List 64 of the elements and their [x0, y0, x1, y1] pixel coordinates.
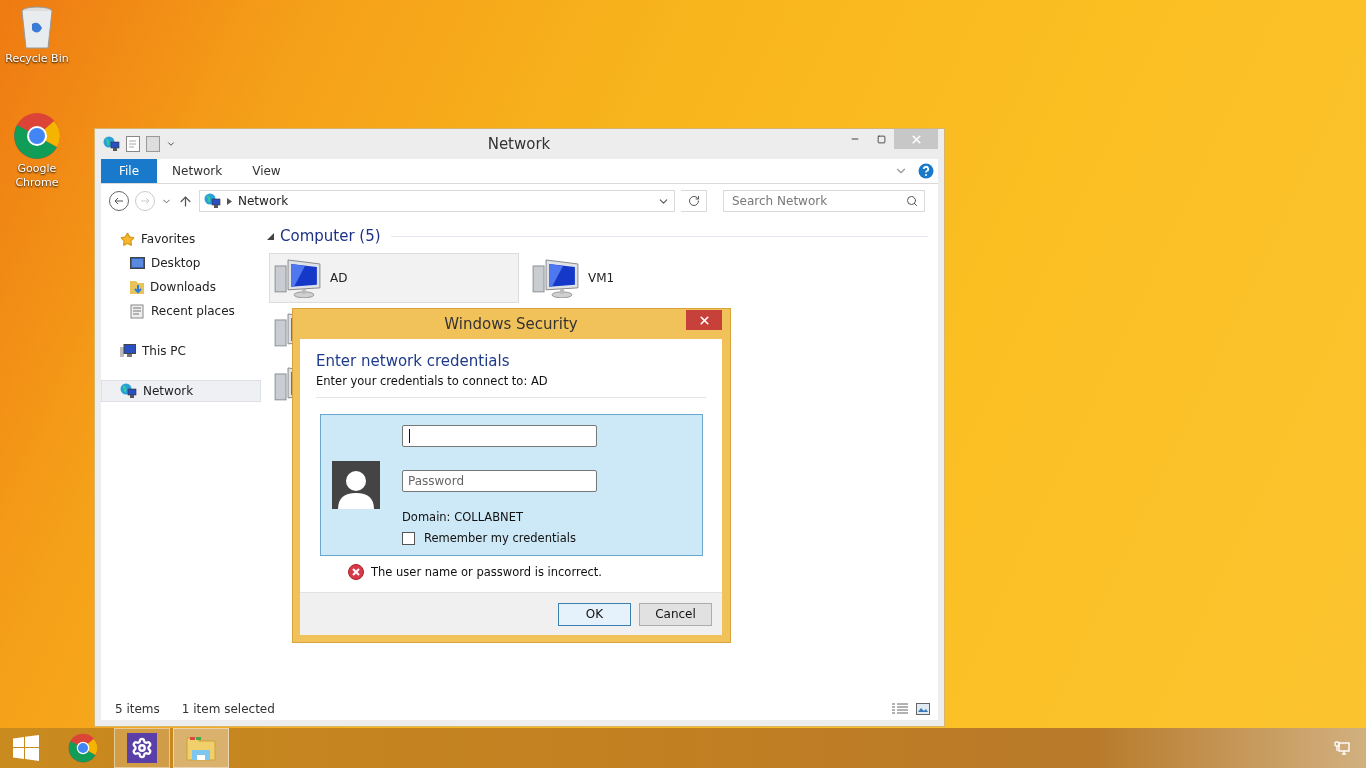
error-icon — [348, 564, 364, 580]
username-field[interactable] — [402, 425, 597, 447]
dialog-button[interactable]: OK — [558, 602, 631, 626]
search-icon — [906, 195, 918, 207]
folder-icon — [186, 734, 216, 762]
checkbox[interactable] — [402, 531, 415, 545]
windows-logo-icon — [13, 735, 39, 761]
nav-item[interactable]: Desktop — [101, 252, 261, 274]
new-folder-icon — [146, 136, 160, 152]
folder-download-icon — [130, 279, 144, 295]
properties-icon — [126, 136, 140, 152]
recent-places-icon — [130, 303, 145, 319]
password-field[interactable]: Password — [402, 470, 597, 492]
taskbar-button[interactable] — [114, 728, 170, 768]
network-icon — [103, 136, 120, 152]
window-title: Network — [486, 135, 552, 153]
details-view-icon[interactable] — [892, 703, 908, 715]
maximize-icon — [876, 134, 886, 144]
nav-item[interactable]: Network — [101, 380, 261, 402]
network-icon — [120, 383, 137, 399]
dialog-title: Windows Security — [443, 315, 579, 333]
domain-text: Domain: COLLABNET — [402, 510, 524, 524]
large-icons-view-icon[interactable] — [916, 703, 930, 715]
dialog-subtitle: Enter your credentials to connect to: AD — [316, 374, 549, 388]
nav-item[interactable]: Downloads — [101, 276, 261, 298]
desktop-icon — [130, 256, 145, 270]
computer-icon — [274, 257, 322, 299]
star-icon — [120, 231, 135, 247]
group-header[interactable]: Computer (5) — [280, 227, 381, 245]
nav-item[interactable]: Favorites — [101, 228, 261, 250]
error-message: The user name or password is incorrect. — [371, 565, 602, 579]
chevron-right-icon — [227, 197, 232, 205]
dialog-heading: Enter network credentials — [316, 352, 511, 370]
close-icon — [697, 313, 711, 327]
help-icon[interactable] — [918, 163, 934, 179]
close-icon — [909, 132, 923, 146]
close-button[interactable] — [686, 310, 722, 330]
address-bar[interactable]: Network — [199, 190, 675, 212]
arrow-right-icon — [140, 196, 150, 206]
status-text: 1 item selected — [181, 702, 275, 716]
user-silhouette-icon — [332, 461, 380, 509]
chrome-logo-icon — [13, 112, 61, 160]
up-button[interactable] — [178, 193, 193, 209]
network-tray-icon[interactable] — [1334, 740, 1350, 756]
computer-item[interactable]: VM1 — [527, 253, 777, 303]
computer-icon — [532, 257, 580, 299]
customize-icon[interactable] — [166, 139, 176, 149]
back-button[interactable] — [109, 191, 129, 211]
refresh-icon — [687, 195, 700, 207]
recycle-bin-icon — [20, 6, 54, 50]
collapse-icon[interactable] — [267, 232, 274, 240]
computer-item[interactable]: AD — [269, 253, 519, 303]
nav-item[interactable]: This PC — [101, 340, 261, 362]
refresh-button[interactable] — [681, 190, 707, 212]
checkbox-label: Remember my credentials — [424, 531, 576, 545]
dialog-button[interactable]: Cancel — [639, 602, 712, 626]
nav-item[interactable]: Recent places — [101, 300, 261, 322]
network-icon — [204, 193, 221, 209]
gear-icon — [127, 733, 157, 763]
computer-icon — [120, 343, 136, 359]
search-field[interactable]: Search Network — [723, 190, 925, 212]
chrome-logo-icon — [68, 733, 98, 763]
arrow-left-icon — [114, 196, 124, 206]
status-text: 5 items — [115, 702, 160, 716]
